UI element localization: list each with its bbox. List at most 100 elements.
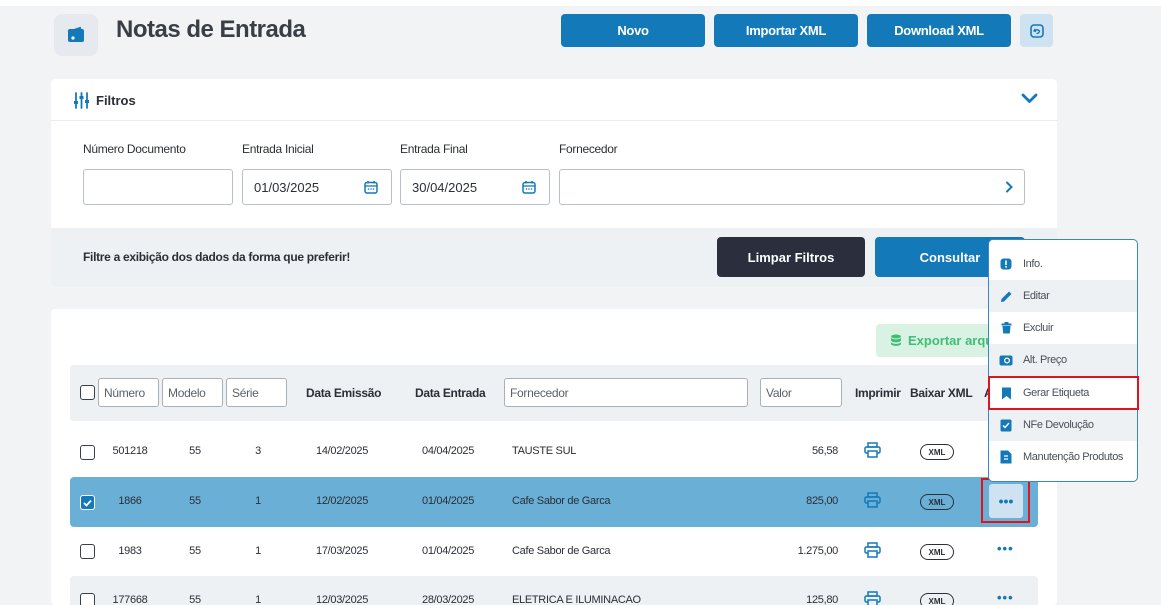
cell-numero: 1866 (118, 495, 142, 507)
calendar-icon[interactable] (364, 180, 378, 194)
results-panel: Exportar arquivo Número Modelo Série Dat… (51, 309, 1057, 605)
cell-emissao: 14/02/2025 (316, 445, 369, 457)
cell-emissao: 12/02/2025 (316, 495, 369, 507)
trash-icon (999, 321, 1013, 335)
database-icon (891, 334, 901, 346)
pencil-icon (999, 289, 1013, 303)
menu-item-return-nfe[interactable]: NFe Devolução (989, 409, 1137, 441)
menu-item-label: Info. (1023, 258, 1043, 270)
menu-item-info[interactable]: Info. (989, 248, 1137, 280)
calendar-icon[interactable] (522, 180, 536, 194)
menu-item-label: Editar (1023, 290, 1050, 302)
filter-panel: Filtros Número Documento Entrada Inicial… (51, 79, 1057, 287)
entry-end-input[interactable]: 30/04/2025 (400, 169, 550, 205)
cell-modelo: 55 (189, 445, 201, 457)
menu-item-label: NFe Devolução (1023, 419, 1094, 431)
clear-filters-button[interactable]: Limpar Filtros (717, 237, 865, 277)
table-row[interactable]: 1983 55 1 17/03/2025 01/04/2025 Cafe Sab… (70, 527, 1038, 577)
cell-modelo: 55 (189, 594, 201, 605)
import-xml-button[interactable]: Importar XML (714, 14, 858, 47)
chevron-down-icon[interactable] (1021, 93, 1038, 105)
cell-modelo: 55 (189, 495, 201, 507)
back-button[interactable] (1020, 14, 1053, 47)
cell-serie: 3 (255, 445, 261, 457)
select-all-checkbox[interactable] (80, 385, 95, 400)
highlight-more-actions (981, 478, 1030, 523)
table-row[interactable]: 1866 55 1 12/02/2025 01/04/2025 Cafe Sab… (70, 477, 1038, 527)
cell-fornecedor: ELETRICA E ILUMINACAO (512, 594, 641, 605)
cell-valor: 825,00 (806, 495, 838, 507)
document-number-label: Número Documento (83, 142, 186, 156)
download-xml-button[interactable]: Download XML (867, 14, 1011, 47)
column-data-emissao[interactable]: Data Emissão (306, 386, 381, 400)
cell-numero: 501218 (112, 445, 148, 457)
row-checkbox[interactable] (80, 445, 95, 460)
top-bar (0, 0, 1161, 6)
cell-numero: 1983 (118, 545, 142, 557)
cell-serie: 1 (255, 594, 261, 605)
download-xml-badge[interactable]: XML (920, 444, 954, 460)
cell-entrada: 01/04/2025 (422, 495, 475, 507)
filter-header[interactable]: Filtros (51, 79, 1057, 121)
row-checkbox[interactable] (80, 593, 95, 605)
cell-valor: 1.275,00 (797, 545, 839, 557)
printer-icon[interactable] (864, 591, 881, 605)
entry-start-input[interactable]: 01/03/2025 (242, 169, 392, 205)
supplier-label: Fornecedor (559, 142, 618, 156)
sliders-icon (74, 92, 89, 109)
row-actions-menu: Info. Editar Excluir Alt. Preço Gerar Et… (988, 239, 1138, 482)
return-doc-icon (999, 418, 1013, 432)
cell-numero: 177668 (112, 594, 148, 605)
cell-valor: 125,80 (806, 594, 838, 605)
table-row[interactable]: 501218 55 3 14/02/2025 04/04/2025 TAUSTE… (70, 427, 1038, 477)
chevron-right-icon[interactable] (1005, 181, 1013, 193)
filter-valor-input[interactable]: Valor (760, 378, 842, 407)
filter-fornecedor-input[interactable]: Fornecedor (504, 378, 748, 407)
cell-entrada: 04/04/2025 (422, 445, 475, 457)
price-tag-icon (999, 353, 1013, 367)
supplier-input[interactable] (559, 169, 1025, 205)
page-title: Notas de Entrada (116, 16, 306, 43)
printer-icon[interactable] (864, 492, 881, 508)
cell-fornecedor: Cafe Sabor de Garca (512, 495, 611, 507)
download-xml-badge[interactable]: XML (920, 593, 954, 605)
more-actions-button[interactable]: ••• (997, 541, 1014, 556)
row-checkbox[interactable] (80, 495, 95, 510)
menu-item-product-maintenance[interactable]: Manutenção Produtos (989, 441, 1137, 473)
menu-item-edit[interactable]: Editar (989, 280, 1137, 312)
column-data-entrada[interactable]: Data Entrada (415, 386, 486, 400)
undo-icon (1029, 23, 1044, 38)
more-actions-button[interactable]: ••• (997, 590, 1014, 605)
entry-start-label: Entrada Inicial (242, 142, 314, 156)
filter-numero-input[interactable]: Número (98, 378, 159, 407)
download-xml-badge[interactable]: XML (920, 544, 954, 560)
row-checkbox[interactable] (80, 544, 95, 559)
filter-serie-input[interactable]: Série (226, 378, 287, 407)
table-row[interactable]: 177668 55 1 12/03/2025 28/03/2025 ELETRI… (70, 576, 1038, 605)
cell-emissao: 12/03/2025 (316, 594, 369, 605)
filter-hint: Filtre a exibição dos dados da forma que… (83, 250, 351, 264)
cell-emissao: 17/03/2025 (316, 545, 369, 557)
menu-item-delete[interactable]: Excluir (989, 312, 1137, 344)
printer-icon[interactable] (864, 442, 881, 458)
cell-serie: 1 (255, 545, 261, 557)
new-button[interactable]: Novo (561, 14, 705, 47)
filter-modelo-input[interactable]: Modelo (162, 378, 223, 407)
download-xml-badge[interactable]: XML (920, 494, 954, 510)
document-number-input[interactable] (83, 169, 233, 205)
highlight-generate-label (988, 376, 1139, 410)
cell-fornecedor: TAUSTE SUL (512, 445, 577, 457)
entry-end-label: Entrada Final (400, 142, 468, 156)
menu-item-label: Alt. Preço (1023, 354, 1067, 366)
invoice-in-icon (54, 14, 98, 56)
table-header: Número Modelo Série Data Emissão Data En… (70, 365, 1038, 421)
menu-item-price[interactable]: Alt. Preço (989, 344, 1137, 376)
entry-end-value: 30/04/2025 (412, 179, 478, 195)
column-imprimir: Imprimir (855, 386, 901, 400)
column-baixar-xml: Baixar XML (910, 386, 973, 400)
menu-item-label: Excluir (1023, 322, 1054, 334)
printer-icon[interactable] (864, 542, 881, 558)
menu-item-label: Manutenção Produtos (1023, 451, 1124, 463)
cell-entrada: 28/03/2025 (422, 594, 475, 605)
check-icon (83, 499, 92, 507)
